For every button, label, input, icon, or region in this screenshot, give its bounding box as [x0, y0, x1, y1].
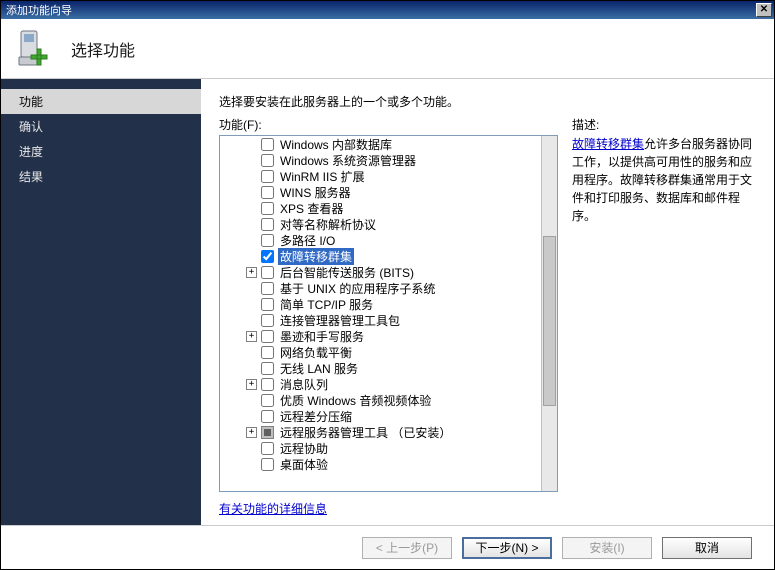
- feature-item[interactable]: 基于 UNIX 的应用程序子系统: [220, 280, 541, 296]
- feature-label[interactable]: 远程协助: [278, 440, 330, 457]
- description-link[interactable]: 故障转移群集: [572, 137, 644, 151]
- description-text: 故障转移群集允许多台服务器协同工作，以提供高可用性的服务和应用程序。故障转移群集…: [572, 135, 762, 225]
- feature-checkbox[interactable]: [261, 442, 274, 455]
- content-columns: 功能(F): Windows 内部数据库Windows 系统资源管理器WinRM…: [219, 116, 762, 517]
- instruction-text: 选择要安装在此服务器上的一个或多个功能。: [219, 93, 762, 110]
- features-tree[interactable]: Windows 内部数据库Windows 系统资源管理器WinRM IIS 扩展…: [219, 135, 558, 492]
- feature-checkbox[interactable]: [261, 330, 274, 343]
- feature-label[interactable]: 远程差分压缩: [278, 408, 354, 425]
- feature-item[interactable]: XPS 查看器: [220, 200, 541, 216]
- close-button[interactable]: ✕: [756, 3, 772, 17]
- feature-checkbox[interactable]: [261, 314, 274, 327]
- features-column: 功能(F): Windows 内部数据库Windows 系统资源管理器WinRM…: [219, 116, 558, 517]
- feature-item[interactable]: 多路径 I/O: [220, 232, 541, 248]
- feature-item[interactable]: 故障转移群集: [220, 248, 541, 264]
- description-label: 描述:: [572, 116, 762, 133]
- feature-item[interactable]: 简单 TCP/IP 服务: [220, 296, 541, 312]
- feature-checkbox[interactable]: [261, 202, 274, 215]
- wizard-footer: < 上一步(P) 下一步(N) > 安装(I) 取消: [1, 525, 774, 569]
- feature-checkbox[interactable]: [261, 186, 274, 199]
- feature-label[interactable]: 多路径 I/O: [278, 232, 337, 249]
- cancel-button[interactable]: 取消: [662, 537, 752, 559]
- feature-checkbox[interactable]: [261, 378, 274, 391]
- feature-label[interactable]: 桌面体验: [278, 456, 330, 473]
- content-area: 选择要安装在此服务器上的一个或多个功能。 功能(F): Windows 内部数据…: [201, 79, 774, 525]
- feature-checkbox[interactable]: [261, 154, 274, 167]
- expand-icon[interactable]: +: [246, 267, 257, 278]
- feature-item[interactable]: + 墨迹和手写服务: [220, 328, 541, 344]
- expand-icon[interactable]: +: [246, 379, 257, 390]
- sidebar-item-features[interactable]: 功能: [1, 89, 201, 114]
- feature-checkbox[interactable]: [261, 362, 274, 375]
- feature-checkbox[interactable]: [261, 218, 274, 231]
- feature-item[interactable]: 远程差分压缩: [220, 408, 541, 424]
- feature-label[interactable]: 故障转移群集: [278, 248, 354, 265]
- page-title: 选择功能: [71, 37, 135, 61]
- feature-item[interactable]: 对等名称解析协议: [220, 216, 541, 232]
- feature-label[interactable]: 简单 TCP/IP 服务: [278, 296, 375, 313]
- scrollbar[interactable]: [541, 136, 557, 491]
- feature-checkbox[interactable]: [261, 250, 274, 263]
- feature-checkbox[interactable]: [261, 410, 274, 423]
- feature-item[interactable]: Windows 内部数据库: [220, 136, 541, 152]
- feature-label[interactable]: Windows 内部数据库: [278, 136, 394, 153]
- feature-item[interactable]: WinRM IIS 扩展: [220, 168, 541, 184]
- install-button[interactable]: 安装(I): [562, 537, 652, 559]
- expand-icon[interactable]: +: [246, 331, 257, 342]
- more-info-link[interactable]: 有关功能的详细信息: [219, 500, 558, 517]
- feature-label[interactable]: 无线 LAN 服务: [278, 360, 360, 377]
- feature-item[interactable]: Windows 系统资源管理器: [220, 152, 541, 168]
- feature-label[interactable]: 消息队列: [278, 376, 330, 393]
- titlebar: 添加功能向导 ✕: [1, 1, 774, 19]
- scrollbar-thumb[interactable]: [543, 236, 556, 406]
- feature-label[interactable]: 远程服务器管理工具 （已安装）: [278, 424, 453, 441]
- feature-item[interactable]: 无线 LAN 服务: [220, 360, 541, 376]
- feature-item[interactable]: 网络负载平衡: [220, 344, 541, 360]
- feature-label[interactable]: WINS 服务器: [278, 184, 353, 201]
- wizard-body: 功能 确认 进度 结果 选择要安装在此服务器上的一个或多个功能。 功能(F): …: [1, 79, 774, 525]
- feature-checkbox[interactable]: [261, 266, 274, 279]
- feature-checkbox[interactable]: [261, 394, 274, 407]
- feature-checkbox[interactable]: [261, 234, 274, 247]
- sidebar: 功能 确认 进度 结果: [1, 79, 201, 525]
- wizard-header: 选择功能: [1, 19, 774, 79]
- feature-item[interactable]: + 消息队列: [220, 376, 541, 392]
- feature-checkbox[interactable]: [261, 170, 274, 183]
- feature-label[interactable]: Windows 系统资源管理器: [278, 152, 418, 169]
- feature-item[interactable]: 桌面体验: [220, 456, 541, 472]
- feature-item[interactable]: WINS 服务器: [220, 184, 541, 200]
- feature-item[interactable]: 连接管理器管理工具包: [220, 312, 541, 328]
- feature-label[interactable]: 优质 Windows 音频视频体验: [278, 392, 433, 409]
- feature-label[interactable]: 后台智能传送服务 (BITS): [278, 264, 416, 281]
- window-title: 添加功能向导: [3, 2, 72, 18]
- feature-label[interactable]: 连接管理器管理工具包: [278, 312, 402, 329]
- sidebar-item-progress[interactable]: 进度: [1, 139, 201, 164]
- feature-item[interactable]: 远程协助: [220, 440, 541, 456]
- feature-item[interactable]: 优质 Windows 音频视频体验: [220, 392, 541, 408]
- feature-checkbox[interactable]: [261, 138, 274, 151]
- wizard-icon: [13, 27, 57, 71]
- expand-icon[interactable]: +: [246, 427, 257, 438]
- feature-checkbox[interactable]: [261, 458, 274, 471]
- feature-item[interactable]: + 远程服务器管理工具 （已安装）: [220, 424, 541, 440]
- feature-label[interactable]: 基于 UNIX 的应用程序子系统: [278, 280, 437, 297]
- next-button[interactable]: 下一步(N) >: [462, 537, 552, 559]
- sidebar-item-confirm[interactable]: 确认: [1, 114, 201, 139]
- description-column: 描述: 故障转移群集允许多台服务器协同工作，以提供高可用性的服务和应用程序。故障…: [572, 116, 762, 517]
- feature-checkbox[interactable]: [261, 346, 274, 359]
- prev-button[interactable]: < 上一步(P): [362, 537, 452, 559]
- feature-checkbox[interactable]: [261, 298, 274, 311]
- features-label: 功能(F):: [219, 116, 558, 133]
- checkbox-installed[interactable]: [261, 426, 274, 439]
- sidebar-item-results[interactable]: 结果: [1, 164, 201, 189]
- feature-label[interactable]: 网络负载平衡: [278, 344, 354, 361]
- feature-label[interactable]: 对等名称解析协议: [278, 216, 378, 233]
- feature-label[interactable]: WinRM IIS 扩展: [278, 168, 367, 185]
- feature-label[interactable]: 墨迹和手写服务: [278, 328, 366, 345]
- feature-item[interactable]: + 后台智能传送服务 (BITS): [220, 264, 541, 280]
- wizard-window: 添加功能向导 ✕ 选择功能 功能 确认 进度 结果 选择要安装在此服务器上的一个…: [0, 0, 775, 570]
- feature-checkbox[interactable]: [261, 282, 274, 295]
- feature-label[interactable]: XPS 查看器: [278, 200, 345, 217]
